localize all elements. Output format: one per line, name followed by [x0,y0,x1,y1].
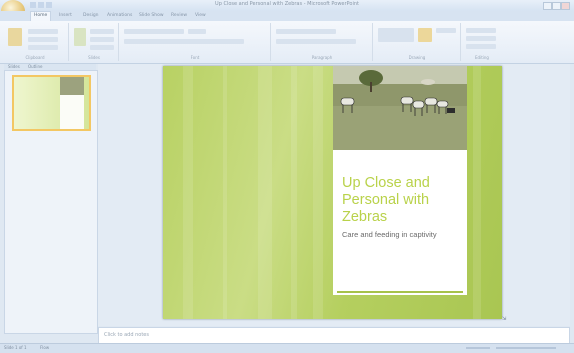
group-label: Font [190,55,200,60]
accent-rule [337,291,463,293]
group-label: Paragraph [311,55,333,60]
slide-canvas[interactable]: Up Close and Personal with Zebras Care a… [163,66,502,319]
paste-button[interactable] [8,28,22,46]
group-label: Clipboard [25,55,45,60]
title-bar: Up Close and Personal with Zebras - Micr… [0,0,574,11]
font-size-select[interactable] [188,29,206,34]
background-stripe [223,66,227,319]
replace-button[interactable] [466,36,496,41]
title-panel: Up Close and Personal with Zebras Care a… [333,66,467,295]
ribbon-tabs: Home Insert Design Animations Slide Show… [0,11,574,22]
close-button[interactable] [561,2,570,10]
view-buttons[interactable] [466,347,490,349]
group-clipboard: Clipboard [2,23,69,61]
save-icon[interactable] [30,2,36,8]
delete-button[interactable] [90,45,114,50]
font-name-select[interactable] [124,29,184,34]
window-title: Up Close and Personal with Zebras - Micr… [215,1,359,7]
minimize-button[interactable] [543,2,552,10]
thumbnail-photo [60,77,84,95]
background-stripe [258,66,272,319]
find-button[interactable] [466,28,496,33]
maximize-button[interactable] [552,2,561,10]
align-buttons[interactable] [276,39,356,44]
layout-button[interactable] [90,29,114,34]
background-stripe [313,66,323,319]
slide-subtitle[interactable]: Care and feeding in captivity [342,230,462,239]
background-stripe [183,66,193,319]
ribbon: Clipboard Slides Font Paragraph Drawing … [0,21,574,64]
zoom-slider[interactable] [496,347,556,349]
group-paragraph: Paragraph [272,23,373,61]
background-stripe [291,66,297,319]
reset-button[interactable] [90,37,114,42]
slide-title[interactable]: Up Close and Personal with Zebras [342,175,466,226]
shapes-gallery[interactable] [378,28,414,42]
group-font: Font [120,23,271,61]
zebra-photo[interactable] [333,66,467,150]
group-label: Editing [475,55,489,60]
slide-thumbnail[interactable] [12,75,91,131]
group-slides: Slides [70,23,119,61]
slide-count: Slide 1 of 1 [4,345,27,350]
format-painter-button[interactable] [28,45,58,50]
theme-name: Flow [40,345,50,350]
tab-view[interactable]: View [192,12,209,20]
font-format-buttons[interactable] [124,39,244,44]
arrange-button[interactable] [418,28,432,42]
slides-pane [4,70,98,334]
select-button[interactable] [466,44,496,49]
group-drawing: Drawing [374,23,461,61]
tab-insert[interactable]: Insert [56,12,75,20]
undo-icon[interactable] [38,2,44,8]
cut-button[interactable] [28,29,58,34]
list-buttons[interactable] [276,29,336,34]
redo-icon[interactable] [46,2,52,8]
quick-styles-button[interactable] [436,28,456,33]
group-label: Slides [88,55,100,60]
tab-animations[interactable]: Animations [104,12,135,20]
resize-handle-icon[interactable]: ⇲ [502,316,506,322]
new-slide-button[interactable] [74,28,86,46]
tab-slide-show[interactable]: Slide Show [136,12,167,20]
group-editing: Editing [462,23,502,61]
zebra-photo-art [333,66,467,150]
notes-placeholder: Click to add notes [104,332,149,338]
copy-button[interactable] [28,37,58,42]
tab-design[interactable]: Design [80,12,102,20]
background-stripe [473,66,481,319]
tab-review[interactable]: Review [168,12,190,20]
group-label: Drawing [408,55,426,60]
